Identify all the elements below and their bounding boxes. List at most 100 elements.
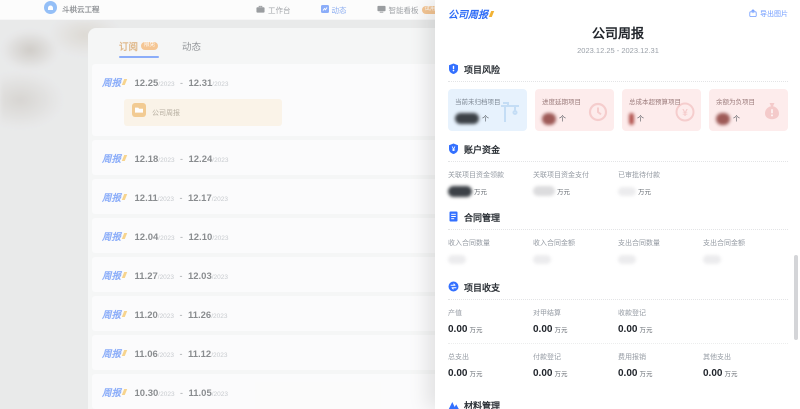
date-range: 12.04/2023 - 12.10/2023 [135, 227, 229, 245]
briefcase-icon [256, 5, 265, 16]
weekly-report-badge: 周报 [102, 268, 126, 282]
metric-total-expense: 总支出 0.00万元 [448, 352, 533, 379]
divider [448, 299, 788, 300]
divider [448, 229, 788, 230]
masked-value [533, 186, 555, 196]
monitor-icon [377, 5, 386, 16]
badge-spark-icon [121, 79, 126, 85]
badge-spark-icon [121, 233, 126, 239]
section-title: 账户资金 [464, 143, 500, 156]
date-range: 11.06/2023 - 11.12/2023 [135, 344, 228, 362]
metric-expense-contract-count: 支出合同数量 [618, 238, 703, 265]
weekly-report-badge: 周报 [102, 307, 126, 321]
weekly-report-badge: 周报 [102, 346, 126, 360]
badge-spark-icon [121, 155, 126, 161]
shield-alert-icon [448, 63, 459, 76]
weekly-report-badge: 周报 [102, 190, 126, 204]
date-range: 11.27/2023 - 12.03/2023 [135, 266, 229, 284]
masked-value [533, 255, 551, 264]
metric-payment-registration: 付款登记 0.00万元 [533, 352, 618, 379]
scrollbar-thumb[interactable] [794, 255, 798, 340]
section-account-funds: ¥ 账户资金 关联项目资金领款 万元 关联项目资金支付 万元 已审批待付款 万元 [448, 143, 788, 197]
badge-spark-icon [121, 350, 126, 356]
metric-funds-received: 关联项目资金领款 万元 [448, 170, 533, 197]
weekly-report-badge: 周报 [102, 75, 126, 89]
section-title: 项目收支 [464, 281, 500, 294]
divider [448, 343, 788, 344]
logo-icon [44, 1, 57, 19]
metric-receipt-registration: 收款登记 0.00万元 [618, 308, 703, 335]
metric-income-contract-amount: 收入合同金额 [533, 238, 618, 265]
date-range: 10.30/2023 - 11.05/2023 [135, 383, 229, 401]
section-contract: 合同管理 收入合同数量 收入合同金额 支出合同数量 支出合同金额 [448, 211, 788, 265]
masked-value [716, 113, 730, 125]
badge-spark-icon [121, 272, 126, 278]
sync-circle-icon [448, 281, 459, 294]
metric-expense-contract-amount: 支出合同金额 [703, 238, 788, 265]
report-title: 公司周报 [448, 23, 788, 42]
date-range: 11.20/2023 - 11.26/2023 [135, 305, 228, 323]
section-project-income-expense: 项目收支 产值 0.00万元 对甲结算 0.00万元 收款登记 0.00万元 [448, 281, 788, 379]
badge-spark-icon [121, 194, 126, 200]
metric-approved-pending: 已审批待付款 万元 [618, 170, 703, 197]
section-title: 材料管理 [464, 399, 500, 409]
nav-item-activity[interactable]: 动态 [321, 5, 347, 16]
material-icon [448, 399, 459, 409]
risk-card-negative-balance[interactable]: 余额为负项目 个 [709, 89, 788, 131]
masked-value [542, 113, 556, 125]
section-project-risk: 项目风险 当前未归档项目 个 进度延期项目 个 [448, 63, 788, 131]
activity-icon [321, 5, 329, 15]
export-icon [749, 9, 757, 19]
export-image-button[interactable]: 导出图片 [749, 9, 788, 19]
metric-owner-settlement: 对甲结算 0.00万元 [533, 308, 618, 335]
nav-item-smart-board[interactable]: 智能看板 试用 [377, 5, 439, 16]
date-range: 12.25/2023 - 12.31/2023 [135, 73, 229, 91]
risk-card-delayed[interactable]: 进度延期项目 个 [535, 89, 614, 131]
nav-item-workbench[interactable]: 工作台 [256, 5, 291, 16]
svg-text:¥: ¥ [452, 146, 456, 153]
masked-value [703, 255, 721, 264]
metric-expense-reimbursement: 费用报销 0.00万元 [618, 352, 703, 379]
weekly-report-badge: 周报 [102, 229, 126, 243]
section-title: 项目风险 [464, 63, 500, 76]
masked-value [448, 255, 466, 264]
section-material: 材料管理 采购订单数量 0个 采购订单金额 0.00万元 入库单金额 0.00万… [448, 399, 788, 409]
app-title: 斗栱云工程 [62, 4, 100, 15]
weekly-report-drawer: 公司周报 导出图片 公司周报 2023.12.25 - 2023.12.31 项… [435, 0, 800, 409]
tab-activity[interactable]: 动态 [182, 39, 201, 53]
metric-income-contract-count: 收入合同数量 [448, 238, 533, 265]
drawer-header: 公司周报 导出图片 [448, 6, 788, 21]
clock-icon [587, 101, 609, 128]
nav-menu: 工作台 动态 智能看板 试用 [256, 0, 439, 20]
masked-value [455, 113, 479, 124]
moneybag-icon [761, 101, 783, 128]
date-range: 12.18/2023 - 12.24/2023 [135, 149, 229, 167]
crane-icon [498, 101, 522, 128]
badge-spark-icon [121, 311, 126, 317]
weekly-report-badge: 周报 [102, 385, 126, 399]
report-attachment[interactable]: 公司周报 [124, 99, 282, 126]
app-logo[interactable]: 斗栱云工程 [44, 1, 100, 19]
metric-other-expense: 其他支出 0.00万元 [703, 352, 788, 379]
report-brand: 公司周报 [448, 6, 493, 21]
metric-output-value: 产值 0.00万元 [448, 308, 533, 335]
section-title: 合同管理 [464, 211, 500, 224]
divider [448, 81, 788, 82]
weekly-report-badge: 周报 [102, 151, 126, 165]
divider [448, 161, 788, 162]
risk-card-over-budget[interactable]: 总成本超预算项目 个 ¥ [622, 89, 701, 131]
subscribe-badge: 限免 [141, 42, 158, 51]
svg-text:¥: ¥ [682, 108, 688, 119]
badge-spark-icon [488, 11, 493, 17]
folder-icon [132, 103, 146, 122]
badge-spark-icon [121, 389, 126, 395]
date-range: 12.11/2023 - 12.17/2023 [135, 188, 229, 206]
yuan-circle-icon: ¥ [674, 101, 696, 128]
report-date-range: 2023.12.25 - 2023.12.31 [448, 46, 788, 55]
risk-card-unarchived[interactable]: 当前未归档项目 个 [448, 89, 527, 131]
tab-subscribe[interactable]: 订阅 限免 [119, 39, 158, 53]
document-icon [448, 211, 459, 224]
screen: 斗栱云工程 工作台 动态 智能看板 试用 [0, 0, 800, 409]
metric-funds-paid: 关联项目资金支付 万元 [533, 170, 618, 197]
masked-value [618, 187, 636, 196]
